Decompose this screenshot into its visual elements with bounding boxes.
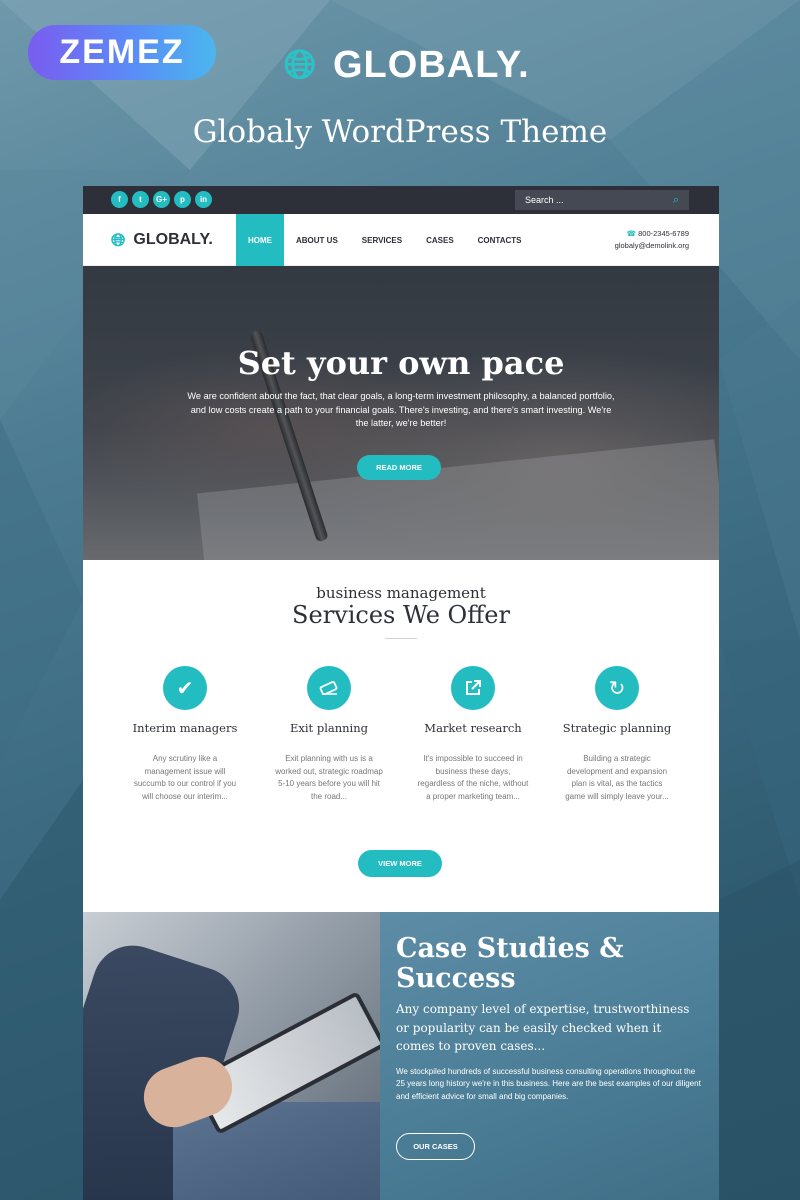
theme-preview: f t G+ p in ⌕ 🌐︎ GLOBALY. HOME ABOUT US … <box>83 186 719 1200</box>
cases-panel: Case Studies & Success Any company level… <box>380 912 719 1200</box>
service-description: Building a strategic development and exp… <box>565 754 669 802</box>
services-subtitle: business management <box>316 584 486 602</box>
brand-name: GLOBALY. <box>333 43 530 86</box>
external-link-icon[interactable] <box>451 666 495 710</box>
nav-item-about-us[interactable]: ABOUT US <box>284 214 350 266</box>
service-item: Exit planning Exit planning with us is a… <box>257 666 401 804</box>
main-navigation: 🌐︎ GLOBALY. HOME ABOUT US SERVICES CASES… <box>83 214 719 266</box>
nav-item-services[interactable]: SERVICES <box>350 214 414 266</box>
eraser-icon[interactable] <box>307 666 351 710</box>
search-input[interactable] <box>525 195 673 205</box>
nav-item-home[interactable]: HOME <box>236 214 284 266</box>
site-logo[interactable]: 🌐︎ GLOBALY. <box>111 214 213 266</box>
service-name[interactable]: Strategic planning <box>563 721 672 735</box>
linkedin-icon[interactable]: in <box>195 191 212 208</box>
service-item: Market research It's impossible to succe… <box>401 666 545 804</box>
service-name[interactable]: Market research <box>424 721 521 735</box>
phone-number: 800-2345-6789 <box>638 229 689 238</box>
brand-logo: 🌐︎ GLOBALY. <box>284 42 530 88</box>
services-title: Services We Offer <box>292 601 510 629</box>
service-description: Any scrutiny like a management issue wil… <box>133 754 237 802</box>
checkmark-icon[interactable]: ✔ <box>163 666 207 710</box>
cases-photo <box>83 912 380 1200</box>
contact-info: ☎ 800-2345-6789 globaly@demolink.org <box>615 228 689 252</box>
top-bar: f t G+ p in ⌕ <box>83 186 719 214</box>
view-more-button[interactable]: VIEW MORE <box>358 850 442 877</box>
service-description: Exit planning with us is a worked out, s… <box>275 754 383 802</box>
nav-item-contacts[interactable]: CONTACTS <box>466 214 534 266</box>
cases-lead: Any company level of expertise, trustwor… <box>396 1002 690 1053</box>
service-name[interactable]: Interim managers <box>133 721 238 735</box>
refresh-icon[interactable]: ↻ <box>595 666 639 710</box>
nav-item-cases[interactable]: CASES <box>414 214 466 266</box>
site-logo-text: GLOBALY. <box>133 231 213 248</box>
phone-line[interactable]: ☎ 800-2345-6789 <box>615 228 689 240</box>
nav-menu: HOME ABOUT US SERVICES CASES CONTACTS <box>236 214 534 266</box>
service-name[interactable]: Exit planning <box>290 721 368 735</box>
services-grid: ✔ Interim managers Any scrutiny like a m… <box>113 666 689 804</box>
phone-icon: ☎ <box>626 229 637 238</box>
hero-section: Set your own pace We are confident about… <box>83 266 719 560</box>
hero-title: Set your own pace <box>237 344 565 382</box>
cases-section: Case Studies & Success Any company level… <box>83 912 719 1200</box>
hero-text: We are confident about the fact, that cl… <box>187 391 615 428</box>
search-box: ⌕ <box>515 190 689 210</box>
globe-icon: 🌐︎ <box>284 43 317 87</box>
globe-icon: 🌐︎ <box>111 229 126 250</box>
facebook-icon[interactable]: f <box>111 191 128 208</box>
search-icon[interactable]: ⌕ <box>673 194 679 207</box>
email-address[interactable]: globaly@demolink.org <box>615 240 689 252</box>
social-links: f t G+ p in <box>111 191 212 208</box>
divider <box>385 638 417 639</box>
zemez-badge[interactable]: ZEMEZ <box>28 25 216 80</box>
our-cases-button[interactable]: OUR CASES <box>396 1133 475 1160</box>
read-more-button[interactable]: READ MORE <box>357 455 441 480</box>
promo-headline: Globaly WordPress Theme <box>192 114 608 150</box>
services-section: business management Services We Offer ✔ … <box>83 560 719 912</box>
cases-text: We stockpiled hundreds of successful bus… <box>396 1066 701 1101</box>
pinterest-icon[interactable]: p <box>174 191 191 208</box>
service-description: It's impossible to succeed in business t… <box>417 754 529 802</box>
cases-title: Case Studies & Success <box>396 933 624 994</box>
google-plus-icon[interactable]: G+ <box>153 191 170 208</box>
service-item: ✔ Interim managers Any scrutiny like a m… <box>113 666 257 804</box>
service-item: ↻ Strategic planning Building a strategi… <box>545 666 689 804</box>
twitter-icon[interactable]: t <box>132 191 149 208</box>
